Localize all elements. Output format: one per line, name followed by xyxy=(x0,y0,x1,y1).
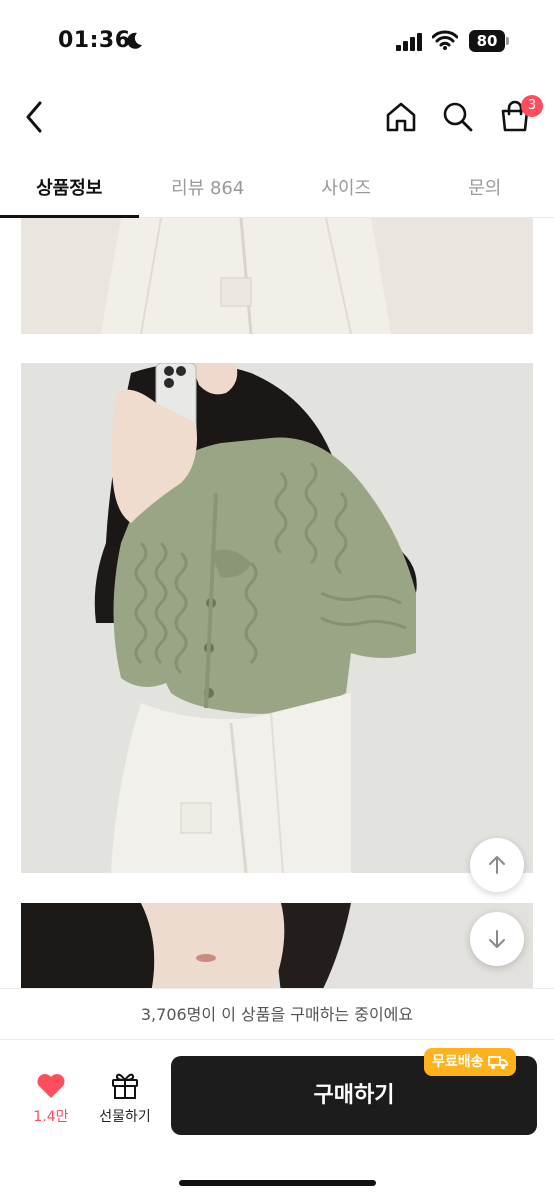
status-bar: 01:36 80 xyxy=(0,0,554,80)
scroll-to-top-button[interactable] xyxy=(470,838,524,892)
product-photo xyxy=(21,903,533,988)
battery-level: 80 xyxy=(469,30,505,52)
gift-label: 선물하기 xyxy=(99,1109,151,1125)
product-photo xyxy=(21,218,533,334)
like-count: 1.4만 xyxy=(33,1109,69,1125)
bottom-action-bar: 1.4만 선물하기 구매하기 무료배송 xyxy=(0,1040,554,1200)
tab-reviews[interactable]: 리뷰 864 xyxy=(139,160,278,217)
product-photo-image xyxy=(21,363,533,873)
home-icon[interactable] xyxy=(383,99,419,135)
product-detail-content[interactable] xyxy=(0,218,554,988)
gift-icon xyxy=(112,1073,138,1099)
status-time: 01:36 xyxy=(58,28,131,53)
like-button[interactable]: 1.4만 xyxy=(28,1072,74,1126)
battery-cap xyxy=(506,37,509,45)
scroll-to-bottom-button[interactable] xyxy=(470,912,524,966)
back-icon[interactable] xyxy=(20,97,50,137)
live-buyers-banner: 3,706명이 이 상품을 구매하는 중이에요 xyxy=(0,988,554,1040)
cart-count-badge: 3 xyxy=(521,95,543,117)
gift-button[interactable]: 선물하기 xyxy=(92,1070,158,1126)
truck-icon xyxy=(487,1056,508,1069)
product-tabs: 상품정보 리뷰 864 사이즈 문의 xyxy=(0,160,554,218)
search-icon[interactable] xyxy=(440,99,476,135)
arrow-up-icon xyxy=(489,856,505,874)
moon-icon xyxy=(127,32,142,49)
battery-indicator: 80 xyxy=(469,30,509,52)
home-indicator xyxy=(179,1180,376,1186)
heart-icon xyxy=(37,1074,65,1098)
tab-product-info[interactable]: 상품정보 xyxy=(0,160,139,218)
tab-size[interactable]: 사이즈 xyxy=(277,160,416,217)
product-photo-image xyxy=(21,903,533,988)
cellular-signal-icon xyxy=(396,33,422,51)
free-shipping-label: 무료배송 xyxy=(432,1054,484,1070)
top-navigation: 3 xyxy=(0,85,554,149)
product-photo-image xyxy=(21,218,533,334)
arrow-down-icon xyxy=(489,930,505,948)
tab-inquiry[interactable]: 문의 xyxy=(416,160,554,217)
free-shipping-badge: 무료배송 xyxy=(424,1048,516,1076)
product-photo xyxy=(21,363,533,873)
wifi-icon xyxy=(432,30,458,50)
